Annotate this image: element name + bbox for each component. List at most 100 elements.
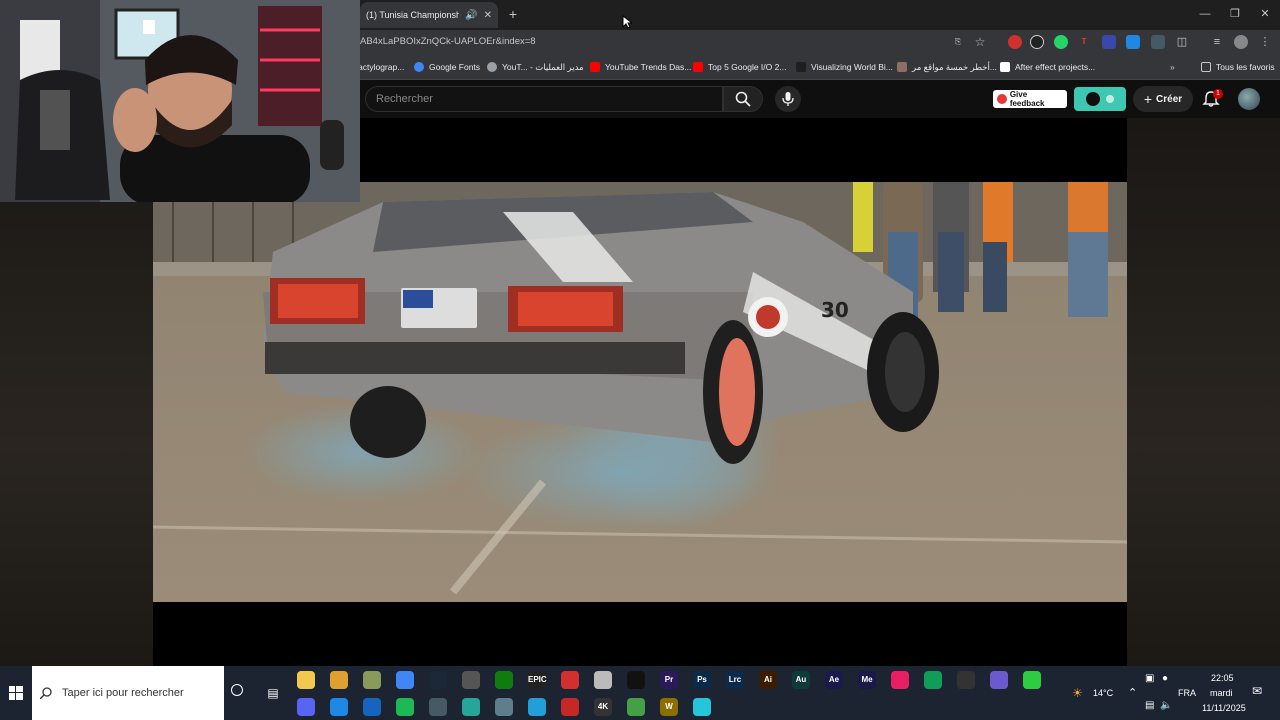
language-indicator[interactable]: FRA bbox=[1178, 688, 1196, 698]
speaker-icon[interactable]: 🔊 bbox=[465, 10, 477, 21]
obs-icon[interactable] bbox=[462, 671, 480, 689]
clock-date[interactable]: 11/11/2025 bbox=[1202, 703, 1246, 713]
tab-title: (1) Tunisia Championship - bbox=[366, 10, 460, 20]
app-redsq-icon[interactable] bbox=[561, 698, 579, 716]
tab-close-icon[interactable]: ✕ bbox=[484, 10, 492, 21]
search-icon bbox=[40, 687, 52, 699]
app-leaf-icon[interactable] bbox=[627, 698, 645, 716]
app-purple-icon[interactable] bbox=[990, 671, 1008, 689]
browser-tab[interactable]: (1) Tunisia Championship - 🔊 ✕ bbox=[360, 2, 498, 28]
4k-icon[interactable]: 4K bbox=[594, 698, 612, 716]
lightroom-icon[interactable]: Lrc bbox=[726, 671, 744, 689]
extension-4-icon[interactable]: T bbox=[1077, 35, 1091, 49]
xbox-icon[interactable] bbox=[495, 671, 513, 689]
bookmark-6[interactable]: أخطر خمسة مواقع مر... bbox=[897, 60, 997, 74]
close-window-button[interactable]: ✕ bbox=[1250, 4, 1280, 24]
volume-icon[interactable]: 🔈 bbox=[1160, 700, 1172, 711]
extension-7-icon[interactable] bbox=[1151, 35, 1165, 49]
audition-icon[interactable]: Au bbox=[792, 671, 810, 689]
give-feedback-button[interactable]: Give feedback bbox=[993, 90, 1067, 108]
bookmarks-overflow-icon[interactable]: » bbox=[1170, 60, 1175, 74]
bookmark-0[interactable]: actylograp... bbox=[358, 60, 404, 74]
cortana-icon[interactable] bbox=[231, 684, 243, 696]
chrome-menu-icon[interactable]: ⋮ bbox=[1258, 35, 1272, 49]
taskbar-search-box[interactable]: Taper ici pour rechercher bbox=[32, 666, 224, 720]
illustrator-icon[interactable]: Ai bbox=[759, 671, 777, 689]
camera-icon[interactable]: ▣ bbox=[1145, 673, 1154, 684]
steam-icon[interactable] bbox=[429, 671, 447, 689]
start-button[interactable] bbox=[0, 666, 32, 720]
plus-icon: + bbox=[1143, 91, 1153, 107]
app-box-icon[interactable] bbox=[429, 698, 447, 716]
notification-center-icon[interactable]: ✉ bbox=[1252, 684, 1262, 698]
folder-icon bbox=[1201, 62, 1211, 72]
app-lightblue-icon[interactable] bbox=[363, 698, 381, 716]
bookmark-4[interactable]: Top 5 Google I/O 2... bbox=[693, 60, 786, 74]
all-bookmarks[interactable]: Tous les favoris bbox=[1201, 60, 1275, 74]
app-red-icon[interactable] bbox=[561, 671, 579, 689]
files-icon[interactable] bbox=[330, 671, 348, 689]
create-button[interactable]: + Créer bbox=[1133, 86, 1193, 112]
extension-3-icon[interactable] bbox=[1054, 35, 1068, 49]
app-chrome-red-icon[interactable] bbox=[957, 671, 975, 689]
minimize-button[interactable]: — bbox=[1190, 4, 1220, 24]
clock-time[interactable]: 22:05 bbox=[1211, 673, 1234, 683]
translate-icon[interactable] bbox=[1126, 35, 1140, 49]
microphone-icon[interactable]: ● bbox=[1162, 673, 1168, 684]
wow-icon[interactable]: W bbox=[660, 698, 678, 716]
network-icon[interactable]: ▤ bbox=[1145, 700, 1154, 711]
premiere-icon[interactable]: Pr bbox=[660, 671, 678, 689]
profile-avatar[interactable] bbox=[1234, 35, 1248, 49]
chrome-icon[interactable] bbox=[396, 671, 414, 689]
media-encoder-icon[interactable]: Me bbox=[858, 671, 876, 689]
windows-logo-icon bbox=[9, 686, 23, 700]
notification-badge: 1 bbox=[1213, 89, 1223, 99]
weather-icon[interactable]: ☀ bbox=[1072, 686, 1083, 700]
clock-day[interactable]: mardi bbox=[1210, 688, 1233, 698]
epic-icon[interactable]: EPIC bbox=[528, 671, 547, 689]
app-pen-icon[interactable] bbox=[495, 698, 513, 716]
search-icon bbox=[735, 91, 751, 107]
account-avatar[interactable] bbox=[1238, 88, 1260, 110]
drift-car-scene bbox=[153, 182, 1127, 602]
aftereffects-icon[interactable]: Ae bbox=[825, 671, 843, 689]
tiktok-icon[interactable] bbox=[891, 671, 909, 689]
app-teal-icon[interactable] bbox=[462, 698, 480, 716]
reading-list-icon[interactable]: ≡ bbox=[1210, 35, 1224, 49]
extension-1-icon[interactable] bbox=[1008, 35, 1022, 49]
extensions-puzzle-icon[interactable]: ◫ bbox=[1175, 35, 1189, 49]
install-icon[interactable]: ⎘ bbox=[951, 35, 965, 49]
capcut-icon[interactable] bbox=[627, 671, 645, 689]
app-lime-icon[interactable] bbox=[1023, 671, 1041, 689]
discord-icon[interactable] bbox=[297, 698, 315, 716]
video-frame[interactable]: 30 bbox=[153, 182, 1127, 602]
explorer-icon[interactable] bbox=[297, 671, 315, 689]
spotify-icon[interactable] bbox=[396, 698, 414, 716]
bookmark-3[interactable]: YouTube Trends Das... bbox=[590, 60, 691, 74]
app-blue-icon[interactable] bbox=[330, 698, 348, 716]
show-hidden-icons-icon[interactable]: ⌃ bbox=[1128, 686, 1137, 699]
extension-5-icon[interactable] bbox=[1102, 35, 1116, 49]
bookmark-2[interactable]: YouT... - مدير العمليات bbox=[487, 60, 584, 74]
photoshop-icon[interactable]: Ps bbox=[693, 671, 711, 689]
app-green-icon[interactable] bbox=[924, 671, 942, 689]
new-tab-button[interactable]: + bbox=[505, 5, 521, 23]
temperature[interactable]: 14°C bbox=[1093, 688, 1113, 698]
bookmark-5[interactable]: Visualizing World Bi... bbox=[796, 60, 893, 74]
extension-toggle[interactable] bbox=[1074, 87, 1126, 111]
app-grid-icon[interactable] bbox=[693, 698, 711, 716]
restore-button[interactable]: ❐ bbox=[1220, 4, 1250, 24]
bookmark-star-icon[interactable]: ☆ bbox=[973, 35, 987, 49]
telegram-icon[interactable] bbox=[528, 698, 546, 716]
voice-search-button[interactable] bbox=[775, 86, 801, 112]
task-view-icon[interactable]: ▤ bbox=[264, 684, 282, 702]
address-bar[interactable]: AB4xLaPBOIxZnQCk-UAPLOEr&index=8 bbox=[360, 36, 536, 47]
status-dot-icon bbox=[1106, 95, 1114, 103]
search-button[interactable] bbox=[723, 86, 763, 112]
bookmark-1[interactable]: Google Fonts bbox=[414, 60, 480, 74]
snip-icon[interactable] bbox=[363, 671, 381, 689]
app-white-icon[interactable] bbox=[594, 671, 612, 689]
extension-2-icon[interactable] bbox=[1030, 35, 1044, 49]
search-input[interactable]: Rechercher bbox=[365, 86, 723, 112]
bookmark-7[interactable]: After effect projects... bbox=[1000, 60, 1095, 74]
